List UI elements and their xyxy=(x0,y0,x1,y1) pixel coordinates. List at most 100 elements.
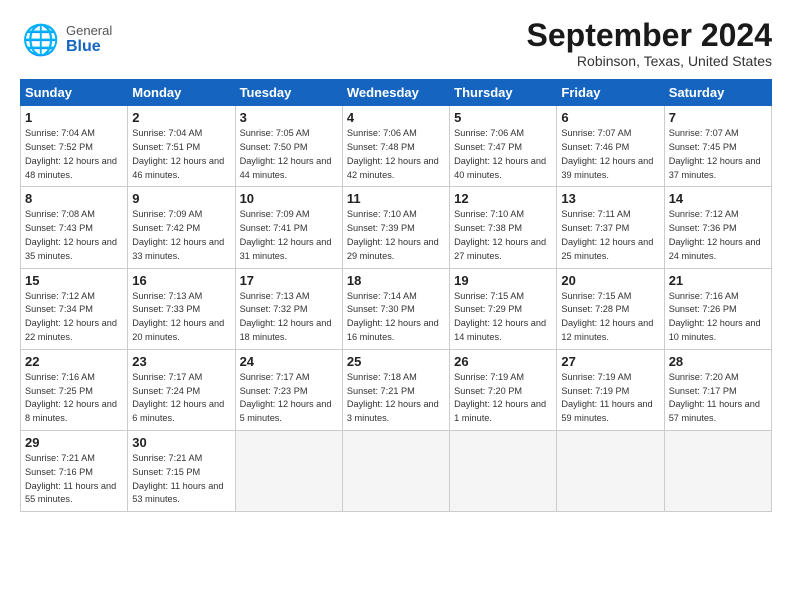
day-number: 3 xyxy=(240,110,338,125)
day-info: Sunrise: 7:12 AMSunset: 7:36 PMDaylight:… xyxy=(669,208,767,263)
calendar-cell: 29 Sunrise: 7:21 AMSunset: 7:16 PMDayligh… xyxy=(21,430,128,511)
day-info: Sunrise: 7:17 AMSunset: 7:24 PMDaylight:… xyxy=(132,371,230,426)
calendar-cell: 1Sunrise: 7:04 AMSunset: 7:52 PMDaylight… xyxy=(21,106,128,187)
day-number: 11 xyxy=(347,191,445,206)
day-info: Sunrise: 7:06 AMSunset: 7:47 PMDaylight:… xyxy=(454,127,552,182)
weekday-header-tuesday: Tuesday xyxy=(235,80,342,106)
day-number: 28 xyxy=(669,354,767,369)
calendar-cell: 19Sunrise: 7:15 AMSunset: 7:29 PMDayligh… xyxy=(450,268,557,349)
day-number: 5 xyxy=(454,110,552,125)
day-number: 27 xyxy=(561,354,659,369)
calendar-cell: 13 Sunrise: 7:11 AMSunset: 7:37 PMDayligh… xyxy=(557,187,664,268)
day-info: Sunrise: 7:16 AMSunset: 7:25 PMDaylight:… xyxy=(25,371,123,426)
weekday-header-friday: Friday xyxy=(557,80,664,106)
header: 🌐 General Blue September 2024 Robinson, … xyxy=(20,18,772,69)
calendar-cell: 15 Sunrise: 7:12 AMSunset: 7:34 PMDayligh… xyxy=(21,268,128,349)
weekday-header-saturday: Saturday xyxy=(664,80,771,106)
week-row-4: 22 Sunrise: 7:16 AMSunset: 7:25 PMDayligh… xyxy=(21,349,772,430)
day-number: 26 xyxy=(454,354,552,369)
week-row-5: 29 Sunrise: 7:21 AMSunset: 7:16 PMDayligh… xyxy=(21,430,772,511)
day-info: Sunrise: 7:21 AMSunset: 7:16 PMDaylight:… xyxy=(25,452,123,507)
calendar-cell: 4 Sunrise: 7:06 AMSunset: 7:48 PMDaylight… xyxy=(342,106,449,187)
calendar-cell: 23 Sunrise: 7:17 AMSunset: 7:24 PMDayligh… xyxy=(128,349,235,430)
day-number: 10 xyxy=(240,191,338,206)
day-info: Sunrise: 7:21 AMSunset: 7:15 PMDaylight:… xyxy=(132,452,230,507)
day-info: Sunrise: 7:09 AMSunset: 7:41 PMDaylight:… xyxy=(240,208,338,263)
calendar-cell: 9 Sunrise: 7:09 AMSunset: 7:42 PMDaylight… xyxy=(128,187,235,268)
day-info: Sunrise: 7:17 AMSunset: 7:23 PMDaylight:… xyxy=(240,371,338,426)
weekday-header-sunday: Sunday xyxy=(21,80,128,106)
day-number: 6 xyxy=(561,110,659,125)
day-info: Sunrise: 7:15 AMSunset: 7:28 PMDaylight:… xyxy=(561,290,659,345)
calendar-cell: 24 Sunrise: 7:17 AMSunset: 7:23 PMDayligh… xyxy=(235,349,342,430)
calendar-cell: 14Sunrise: 7:12 AMSunset: 7:36 PMDayligh… xyxy=(664,187,771,268)
day-info: Sunrise: 7:18 AMSunset: 7:21 PMDaylight:… xyxy=(347,371,445,426)
day-number: 9 xyxy=(132,191,230,206)
calendar-cell: 22 Sunrise: 7:16 AMSunset: 7:25 PMDayligh… xyxy=(21,349,128,430)
month-title: September 2024 xyxy=(527,18,772,53)
day-info: Sunrise: 7:20 AMSunset: 7:17 PMDaylight:… xyxy=(669,371,767,426)
day-info: Sunrise: 7:07 AMSunset: 7:45 PMDaylight:… xyxy=(669,127,767,182)
day-number: 7 xyxy=(669,110,767,125)
day-number: 18 xyxy=(347,273,445,288)
page: 🌐 General Blue September 2024 Robinson, … xyxy=(0,0,792,522)
day-info: Sunrise: 7:12 AMSunset: 7:34 PMDaylight:… xyxy=(25,290,123,345)
day-info: Sunrise: 7:19 AMSunset: 7:19 PMDaylight:… xyxy=(561,371,659,426)
logo: 🌐 General Blue xyxy=(20,18,112,62)
day-number: 30 xyxy=(132,435,230,450)
day-info: Sunrise: 7:11 AMSunset: 7:37 PMDaylight:… xyxy=(561,208,659,263)
day-number: 8 xyxy=(25,191,123,206)
title-area: September 2024 Robinson, Texas, United S… xyxy=(527,18,772,69)
day-number: 1 xyxy=(25,110,123,125)
weekday-header-monday: Monday xyxy=(128,80,235,106)
calendar-cell: 26 Sunrise: 7:19 AMSunset: 7:20 PMDayligh… xyxy=(450,349,557,430)
calendar-cell: 21Sunrise: 7:16 AMSunset: 7:26 PMDayligh… xyxy=(664,268,771,349)
calendar-cell: 18Sunrise: 7:14 AMSunset: 7:30 PMDayligh… xyxy=(342,268,449,349)
day-number: 2 xyxy=(132,110,230,125)
day-info: Sunrise: 7:08 AMSunset: 7:43 PMDaylight:… xyxy=(25,208,123,263)
calendar-cell: 30 Sunrise: 7:21 AMSunset: 7:15 PMDayligh… xyxy=(128,430,235,511)
day-info: Sunrise: 7:04 AMSunset: 7:51 PMDaylight:… xyxy=(132,127,230,182)
calendar-cell xyxy=(664,430,771,511)
weekday-header-row: SundayMondayTuesdayWednesdayThursdayFrid… xyxy=(21,80,772,106)
week-row-3: 15 Sunrise: 7:12 AMSunset: 7:34 PMDayligh… xyxy=(21,268,772,349)
day-info: Sunrise: 7:05 AMSunset: 7:50 PMDaylight:… xyxy=(240,127,338,182)
day-number: 12 xyxy=(454,191,552,206)
calendar-cell: 16Sunrise: 7:13 AMSunset: 7:33 PMDayligh… xyxy=(128,268,235,349)
day-info: Sunrise: 7:19 AMSunset: 7:20 PMDaylight:… xyxy=(454,371,552,426)
week-row-1: 1Sunrise: 7:04 AMSunset: 7:52 PMDaylight… xyxy=(21,106,772,187)
weekday-header-thursday: Thursday xyxy=(450,80,557,106)
calendar-cell: 25 Sunrise: 7:18 AMSunset: 7:21 PMDayligh… xyxy=(342,349,449,430)
day-number: 21 xyxy=(669,273,767,288)
day-number: 20 xyxy=(561,273,659,288)
calendar-cell: 7 Sunrise: 7:07 AMSunset: 7:45 PMDaylight… xyxy=(664,106,771,187)
day-info: Sunrise: 7:10 AMSunset: 7:39 PMDaylight:… xyxy=(347,208,445,263)
location: Robinson, Texas, United States xyxy=(527,53,772,69)
day-number: 23 xyxy=(132,354,230,369)
calendar-cell: 27 Sunrise: 7:19 AMSunset: 7:19 PMDayligh… xyxy=(557,349,664,430)
day-number: 13 xyxy=(561,191,659,206)
calendar-table: SundayMondayTuesdayWednesdayThursdayFrid… xyxy=(20,79,772,512)
day-number: 15 xyxy=(25,273,123,288)
calendar-cell xyxy=(450,430,557,511)
day-number: 4 xyxy=(347,110,445,125)
day-info: Sunrise: 7:06 AMSunset: 7:48 PMDaylight:… xyxy=(347,127,445,182)
calendar-cell: 17Sunrise: 7:13 AMSunset: 7:32 PMDayligh… xyxy=(235,268,342,349)
day-info: Sunrise: 7:13 AMSunset: 7:32 PMDaylight:… xyxy=(240,290,338,345)
calendar-cell xyxy=(557,430,664,511)
logo-blue-text: Blue xyxy=(66,38,112,56)
calendar-cell: 6 Sunrise: 7:07 AMSunset: 7:46 PMDaylight… xyxy=(557,106,664,187)
day-number: 24 xyxy=(240,354,338,369)
calendar-cell: 20 Sunrise: 7:15 AMSunset: 7:28 PMDayligh… xyxy=(557,268,664,349)
calendar-cell: 8 Sunrise: 7:08 AMSunset: 7:43 PMDaylight… xyxy=(21,187,128,268)
day-number: 25 xyxy=(347,354,445,369)
day-info: Sunrise: 7:07 AMSunset: 7:46 PMDaylight:… xyxy=(561,127,659,182)
weekday-header-wednesday: Wednesday xyxy=(342,80,449,106)
day-number: 22 xyxy=(25,354,123,369)
calendar-cell xyxy=(235,430,342,511)
day-info: Sunrise: 7:15 AMSunset: 7:29 PMDaylight:… xyxy=(454,290,552,345)
day-number: 29 xyxy=(25,435,123,450)
logo-general-text: General xyxy=(66,24,112,38)
calendar-cell: 11 Sunrise: 7:10 AMSunset: 7:39 PMDayligh… xyxy=(342,187,449,268)
day-info: Sunrise: 7:09 AMSunset: 7:42 PMDaylight:… xyxy=(132,208,230,263)
